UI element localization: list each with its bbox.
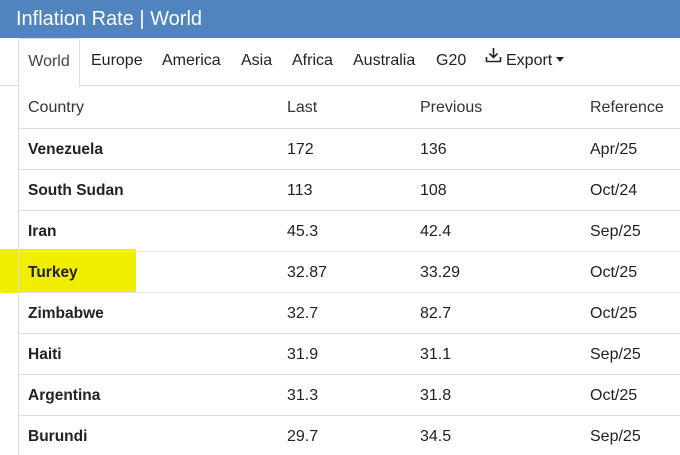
previous-value: 136: [420, 141, 447, 158]
tab-world-label: World: [28, 53, 70, 70]
reference-date: Oct/25: [590, 387, 638, 404]
table-row: Iran 45.3 42.4 Sep/25: [19, 211, 680, 252]
last-value: 32.87: [287, 264, 328, 281]
tab-asia[interactable]: Asia: [241, 38, 272, 86]
reference-date: Sep/25: [590, 346, 641, 363]
table-row: Burundi 29.7 34.5 Sep/25: [19, 416, 680, 455]
tab-world[interactable]: World: [18, 38, 80, 87]
last-value: 113: [287, 182, 313, 199]
previous-value: 31.1: [420, 346, 452, 363]
reference-date: Sep/25: [590, 428, 641, 445]
previous-value: 33.29: [420, 264, 461, 281]
country-link[interactable]: South Sudan: [28, 170, 124, 210]
page-title-bar: Inflation Rate | World: [0, 0, 680, 38]
last-value: 45.3: [287, 223, 319, 240]
region-tabs: World Europe America Asia Africa Austral…: [0, 36, 680, 87]
tab-g20[interactable]: G20: [436, 38, 466, 86]
table-row: Venezuela 172 136 Apr/25: [19, 129, 680, 170]
reference-date: Oct/25: [590, 305, 638, 322]
column-header-country[interactable]: Country: [28, 87, 84, 128]
country-link[interactable]: Argentina: [28, 375, 100, 415]
table-row: South Sudan 113 108 Oct/24: [19, 170, 680, 211]
previous-value: 108: [420, 182, 447, 199]
last-value: 32.7: [287, 305, 319, 322]
reference-date: Oct/25: [590, 264, 638, 281]
tab-america-label: America: [162, 52, 221, 69]
last-value: 31.3: [287, 387, 319, 404]
tab-australia-label: Australia: [353, 52, 416, 69]
page-title: Inflation Rate | World: [16, 8, 203, 30]
tab-europe[interactable]: Europe: [91, 38, 143, 86]
download-icon: [485, 36, 502, 82]
last-value: 29.7: [287, 428, 319, 445]
table-row-highlighted: Turkey 32.87 33.29 Oct/25: [19, 252, 680, 293]
tab-america[interactable]: America: [162, 38, 221, 86]
last-value: 172: [287, 141, 314, 158]
tab-africa-label: Africa: [292, 52, 333, 69]
inflation-table: Country Last Previous Reference Venezuel…: [18, 87, 680, 455]
table-header-row: Country Last Previous Reference: [19, 87, 680, 129]
previous-value: 42.4: [420, 223, 452, 240]
chevron-down-icon: [556, 56, 565, 62]
last-value: 31.9: [287, 346, 319, 363]
table-row: Haiti 31.9 31.1 Sep/25: [19, 334, 680, 375]
reference-date: Apr/25: [590, 141, 638, 158]
previous-value: 34.5: [420, 428, 452, 445]
tab-africa[interactable]: Africa: [292, 38, 333, 86]
tab-g20-label: G20: [436, 52, 467, 69]
export-dropdown[interactable]: Export: [485, 36, 565, 86]
country-link[interactable]: Iran: [28, 211, 56, 251]
tab-asia-label: Asia: [241, 52, 273, 69]
country-link[interactable]: Venezuela: [28, 129, 103, 169]
reference-date: Oct/24: [590, 182, 638, 199]
export-label: Export: [506, 52, 553, 69]
country-link[interactable]: Zimbabwe: [28, 293, 104, 333]
table-row: Argentina 31.3 31.8 Oct/25: [19, 375, 680, 416]
previous-value: 31.8: [420, 387, 452, 404]
previous-value: 82.7: [420, 305, 452, 322]
tab-europe-label: Europe: [91, 52, 143, 69]
reference-date: Sep/25: [590, 223, 641, 240]
country-link[interactable]: Turkey: [28, 252, 78, 292]
column-header-last[interactable]: Last: [287, 87, 317, 128]
column-header-previous[interactable]: Previous: [420, 87, 482, 128]
country-link[interactable]: Burundi: [28, 416, 87, 455]
country-link[interactable]: Haiti: [28, 334, 62, 374]
column-header-reference[interactable]: Reference: [590, 87, 664, 128]
table-row: Zimbabwe 32.7 82.7 Oct/25: [19, 293, 680, 334]
tab-australia[interactable]: Australia: [353, 38, 415, 86]
